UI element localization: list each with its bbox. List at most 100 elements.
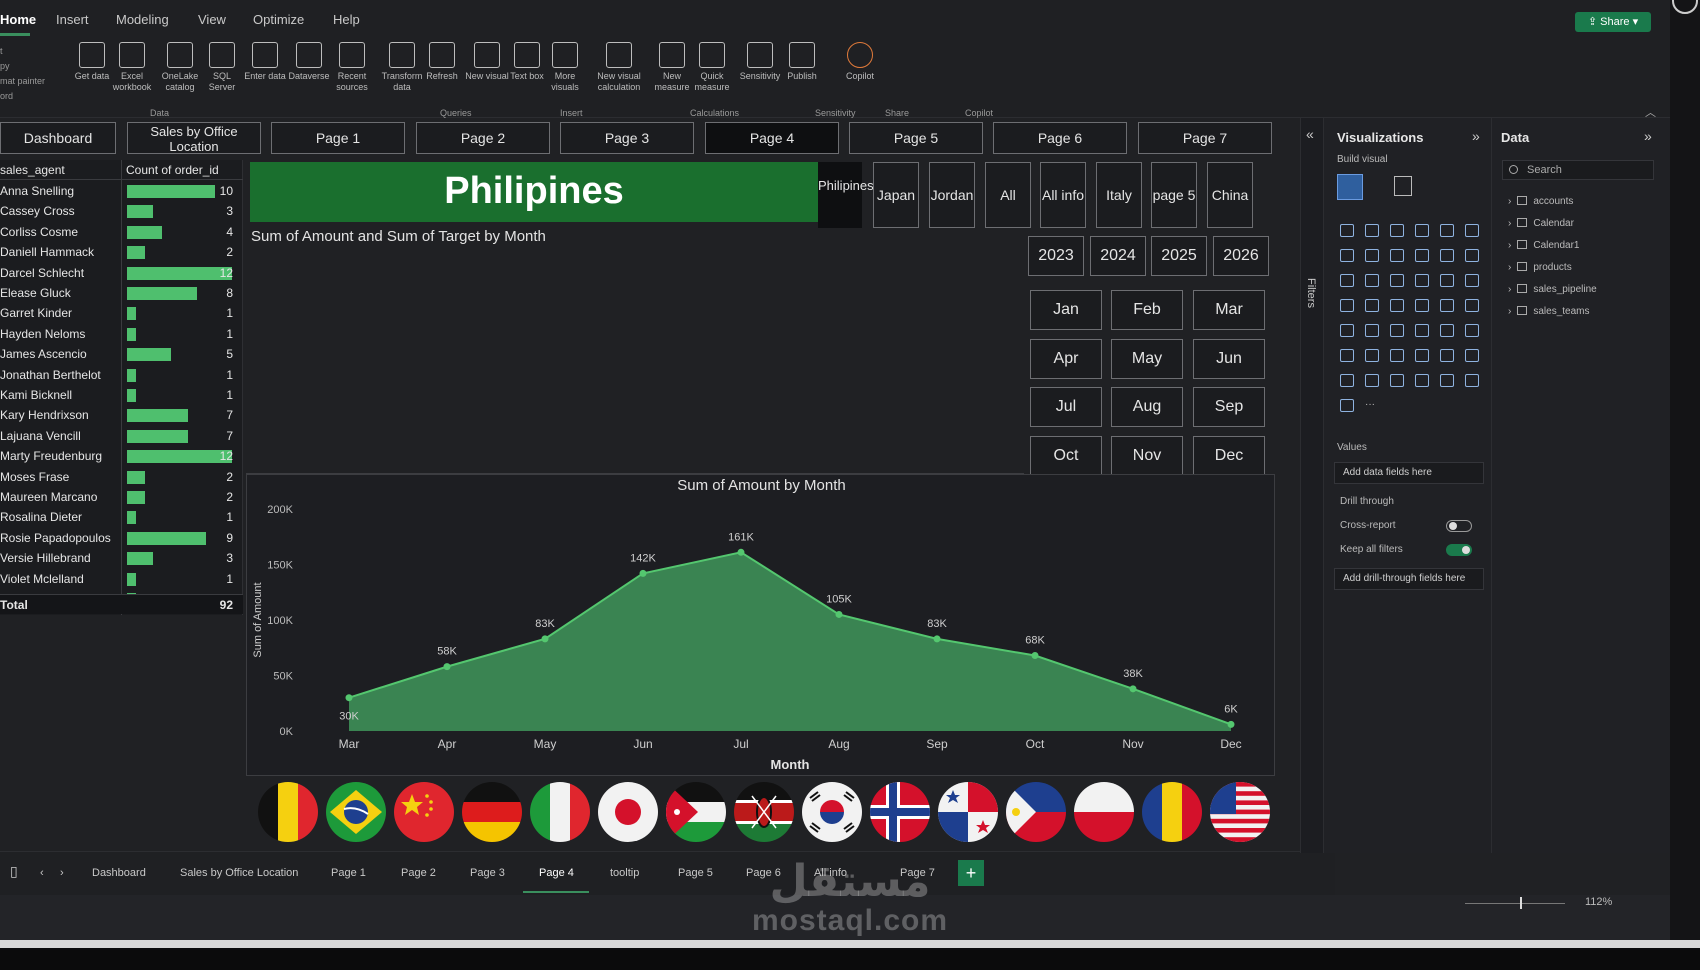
tab-page5[interactable]: Page 5 <box>678 867 713 879</box>
month-button-sep[interactable]: Sep <box>1193 387 1265 427</box>
ribbon-button-15[interactable]: Sensitivity <box>738 42 782 106</box>
month-button-jul[interactable]: Jul <box>1030 387 1102 427</box>
zoom-level[interactable]: 112% <box>1585 896 1612 908</box>
visual-type-icon[interactable] <box>1465 224 1479 237</box>
ribbon-button-2[interactable]: OneLake catalog <box>158 42 202 106</box>
ribbon-button-16[interactable]: Publish <box>780 42 824 106</box>
tab-next-icon[interactable]: › <box>60 867 64 879</box>
visual-type-icon[interactable] <box>1415 324 1429 337</box>
visual-type-icon[interactable] <box>1390 274 1404 287</box>
country-button-italy[interactable]: Italy <box>1096 162 1142 228</box>
table-row[interactable]: Daniell Hammack 2 <box>0 242 243 262</box>
nav-page4-button[interactable]: Page 4 <box>705 122 839 154</box>
flag-united-states[interactable] <box>1210 782 1270 842</box>
menu-optimize[interactable]: Optimize <box>253 12 304 27</box>
menu-help[interactable]: Help <box>333 12 360 27</box>
visual-type-icon[interactable] <box>1390 224 1404 237</box>
column-header-sales-agent[interactable]: sales_agent <box>0 163 65 177</box>
year-button-2025[interactable]: 2025 <box>1151 236 1207 276</box>
data-search-input[interactable]: Search <box>1502 160 1654 180</box>
build-visual-icon[interactable] <box>1337 174 1363 200</box>
visual-type-icon[interactable] <box>1390 349 1404 362</box>
month-button-mar[interactable]: Mar <box>1193 290 1265 330</box>
zoom-slider-thumb[interactable] <box>1520 897 1522 909</box>
nav-page3-button[interactable]: Page 3 <box>560 122 694 154</box>
ribbon-button-13[interactable]: New measure <box>650 42 694 106</box>
visual-type-icon[interactable] <box>1465 299 1479 312</box>
visual-type-icon[interactable] <box>1415 374 1429 387</box>
format-visual-icon[interactable] <box>1394 176 1412 196</box>
visual-type-icon[interactable] <box>1365 324 1379 337</box>
table-row[interactable]: James Ascencio 5 <box>0 344 243 364</box>
sales-agent-table[interactable]: sales_agent Count of order_id Anna Snell… <box>0 160 243 615</box>
visual-type-icon[interactable] <box>1340 224 1354 237</box>
country-button-philippines[interactable]: Philipines <box>818 162 874 228</box>
month-button-oct[interactable]: Oct <box>1030 436 1102 476</box>
visual-type-icon[interactable] <box>1365 274 1379 287</box>
table-calendar1[interactable]: › Calendar1 <box>1508 240 1580 251</box>
year-button-2026[interactable]: 2026 <box>1213 236 1269 276</box>
visual-type-icon[interactable] <box>1415 274 1429 287</box>
nav-page1-button[interactable]: Page 1 <box>271 122 405 154</box>
visual-type-icon[interactable] <box>1440 374 1454 387</box>
tab-tooltip[interactable]: tooltip <box>610 867 639 879</box>
tab-prev-icon[interactable]: ‹ <box>40 867 44 879</box>
visual-type-icon[interactable] <box>1390 374 1404 387</box>
flag-italy[interactable] <box>530 782 590 842</box>
tab-page4[interactable]: Page 4 <box>539 867 574 879</box>
visual-type-icon[interactable] <box>1465 374 1479 387</box>
cross-report-toggle[interactable] <box>1446 520 1472 532</box>
filters-pane-collapsed[interactable]: « Filters <box>1300 118 1324 853</box>
ribbon-button-1[interactable]: Excel workbook <box>110 42 154 106</box>
visual-type-icon[interactable] <box>1340 324 1354 337</box>
tab-page3[interactable]: Page 3 <box>470 867 505 879</box>
flag-kenya[interactable] <box>734 782 794 842</box>
ribbon-button-12[interactable]: New visual calculation <box>597 42 641 106</box>
ribbon-button-5[interactable]: Dataverse <box>287 42 331 106</box>
visual-type-icon[interactable] <box>1465 349 1479 362</box>
visual-type-icon[interactable] <box>1390 324 1404 337</box>
visual-type-icon[interactable] <box>1440 224 1454 237</box>
flag-philippines[interactable] <box>1006 782 1066 842</box>
ribbon-button-4[interactable]: Enter data <box>243 42 287 106</box>
ribbon-button-6[interactable]: Recent sources <box>330 42 374 106</box>
tab-page2[interactable]: Page 2 <box>401 867 436 879</box>
ribbon-button-7[interactable]: Transform data <box>380 42 424 106</box>
table-row[interactable]: Rosalina Dieter 1 <box>0 507 243 527</box>
visual-type-icon[interactable] <box>1440 274 1454 287</box>
visual-type-icon[interactable] <box>1440 249 1454 262</box>
country-button-jordan[interactable]: Jordan <box>929 162 975 228</box>
year-button-2024[interactable]: 2024 <box>1090 236 1146 276</box>
ribbon-button-11[interactable]: More visuals <box>543 42 587 106</box>
table-row[interactable]: Jonathan Berthelot 1 <box>0 365 243 385</box>
month-button-feb[interactable]: Feb <box>1111 290 1183 330</box>
table-row[interactable]: Darcel Schlecht 12 <box>0 263 243 283</box>
zoom-slider[interactable] <box>1465 903 1565 904</box>
table-row[interactable]: Corliss Cosme 4 <box>0 222 243 242</box>
collapse-data-icon[interactable]: » <box>1644 128 1652 144</box>
country-button-all[interactable]: All <box>985 162 1031 228</box>
flag-south-korea[interactable] <box>802 782 862 842</box>
flag-romania[interactable] <box>1142 782 1202 842</box>
month-button-may[interactable]: May <box>1111 339 1183 379</box>
ribbon-button-14[interactable]: Quick measure <box>690 42 734 106</box>
table-row[interactable]: Elease Gluck 8 <box>0 283 243 303</box>
table-row[interactable]: Moses Frase 2 <box>0 467 243 487</box>
month-button-dec[interactable]: Dec <box>1193 436 1265 476</box>
share-button[interactable]: ⇪ Share ▾ <box>1575 12 1651 32</box>
table-row[interactable]: Cassey Cross 3 <box>0 201 243 221</box>
menu-modeling[interactable]: Modeling <box>116 12 169 27</box>
month-button-jan[interactable]: Jan <box>1030 290 1102 330</box>
visual-type-icon[interactable] <box>1340 274 1354 287</box>
visual-type-icon[interactable] <box>1415 349 1429 362</box>
month-button-apr[interactable]: Apr <box>1030 339 1102 379</box>
collapse-viz-icon[interactable]: » <box>1472 128 1480 144</box>
flag-china[interactable] <box>394 782 454 842</box>
ribbon-button-8[interactable]: Refresh <box>420 42 464 106</box>
visual-type-icon[interactable] <box>1365 349 1379 362</box>
nav-page7-button[interactable]: Page 7 <box>1138 122 1272 154</box>
visual-type-icon[interactable]: ··· <box>1365 399 1379 412</box>
visual-type-icon[interactable] <box>1365 249 1379 262</box>
values-well[interactable]: Add data fields here <box>1334 462 1484 484</box>
flag-brazil[interactable] <box>326 782 386 842</box>
